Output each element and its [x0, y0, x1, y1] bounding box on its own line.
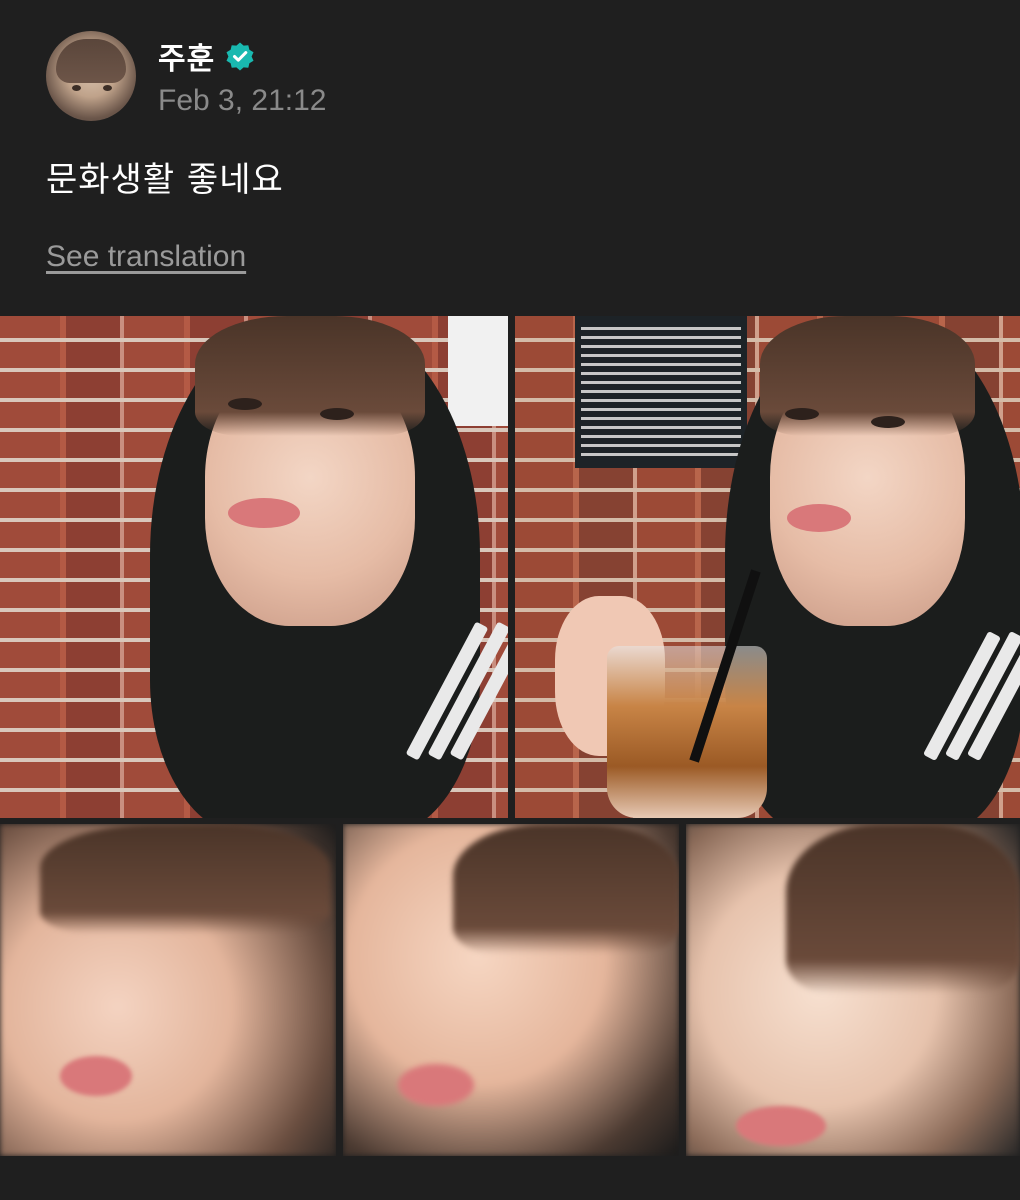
eye — [871, 416, 905, 428]
hair — [195, 316, 425, 436]
avatar-eyes — [72, 85, 112, 93]
hair — [453, 824, 679, 954]
author-name[interactable]: 주훈 — [158, 34, 215, 78]
post-timestamp: Feb 3, 21:12 — [158, 84, 327, 117]
post-text: 문화생활 좋네요 — [46, 160, 284, 200]
photo-4[interactable] — [343, 824, 679, 1156]
lips — [60, 1056, 132, 1096]
hair — [40, 824, 330, 934]
photo-2[interactable] — [515, 316, 1020, 818]
wall-sign — [575, 316, 747, 468]
verified-badge-icon — [225, 41, 255, 71]
see-translation-link[interactable]: See translation — [46, 240, 246, 274]
post-header: 주훈 Feb 3, 21:12 — [46, 30, 326, 122]
avatar[interactable] — [46, 31, 136, 121]
eye — [785, 408, 819, 420]
iced-drink-cup — [607, 646, 767, 818]
photo-3[interactable] — [0, 824, 336, 1156]
photo-5[interactable] — [686, 824, 1020, 1156]
photo-grid — [0, 316, 1020, 1156]
eye — [320, 408, 354, 420]
avatar-hair — [56, 39, 126, 83]
photo-1[interactable] — [0, 316, 508, 818]
lips — [787, 504, 851, 532]
post-meta: 주훈 Feb 3, 21:12 — [158, 34, 326, 118]
lips — [398, 1064, 474, 1106]
hair — [786, 824, 1020, 994]
author-row: 주훈 — [158, 34, 326, 78]
window — [448, 316, 508, 426]
lips — [736, 1106, 826, 1146]
eye — [228, 398, 262, 410]
lips — [228, 498, 300, 528]
